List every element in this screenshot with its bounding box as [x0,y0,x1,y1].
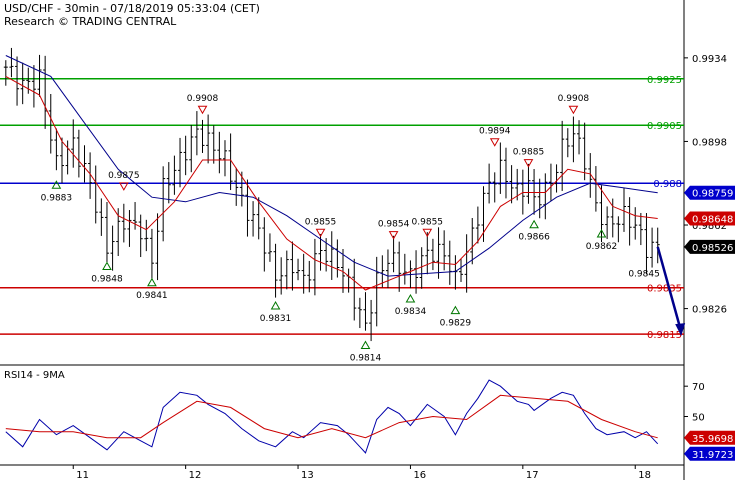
swing-low-marker [405,294,416,303]
swing-low-label: 0.9814 [350,353,382,363]
y-tick-label: 0.9898 [692,137,727,148]
rsi-tag-label: 31.9723 [692,450,733,461]
chart-subtitle: Research © TRADING CENTRAL [4,15,177,28]
swing-low-label: 0.9866 [518,233,550,243]
x-tick-label: 16 [413,470,426,480]
swing-low-label: 0.9834 [395,307,427,317]
chart-title: USD/CHF - 30min - 07/18/2019 05:33:04 (C… [4,2,260,15]
x-tick-label: 12 [189,470,202,480]
swing-low-marker [51,180,62,189]
level-label: 0.9815 [647,330,682,341]
rsi-y-tick-label: 50 [692,413,705,424]
swing-low-marker [450,305,461,315]
swing-high-marker [197,105,208,115]
price-tag-label: 0.98759 [692,189,733,200]
swing-low-marker [529,219,539,229]
swing-high-label: 0.9885 [513,148,545,158]
x-tick-label: 11 [76,470,89,480]
chart-svg: 0.9934 0.9898 0.9862 0.9826 0.9925 0.9905 0.98… [0,0,735,481]
swing-low-label: 0.9848 [91,275,123,285]
chart-root: USD/CHF - 30min - 07/18/2019 05:33:04 (C… [0,0,735,481]
swing-high-label: 0.9908 [187,94,219,104]
swing-high-label: 0.9908 [558,94,590,104]
rsi-y-tick-label: 70 [692,382,705,393]
x-tick-label: 18 [638,470,651,480]
y-tick-label: 0.9934 [692,54,727,65]
swing-high-label: 0.9855 [412,217,444,227]
swing-low-label: 0.9883 [41,193,73,203]
rsi-series-line [5,394,658,439]
x-tick-label: 13 [301,470,314,480]
swing-high-label: 0.9875 [108,171,140,181]
price-tag-label: 0.98526 [692,243,733,254]
swing-high-label: 0.9855 [305,217,337,227]
swing-low-marker [147,277,157,287]
rsi-tag-label: 35.9698 [692,434,733,445]
swing-low-marker [360,340,371,349]
swing-low-marker [270,300,281,310]
level-label: 0.9835 [647,284,682,295]
y-tick-label: 0.9826 [692,305,727,316]
rsi-title: RSI14 - 9MA [4,370,65,381]
rsi-series-line [5,379,659,454]
level-label: 0.9925 [647,75,682,86]
x-tick-label: 17 [526,470,539,480]
swing-low-label: 0.9841 [136,291,168,301]
swing-high-marker [568,105,579,115]
swing-low-label: 0.9862 [586,242,618,252]
swing-low-marker [102,261,112,271]
swing-high-marker [489,138,500,147]
swing-low-label: 0.9829 [440,319,472,329]
level-label: 0.988 [653,179,682,190]
swing-low-label: 0.9831 [260,314,292,324]
swing-high-label: 0.9854 [378,220,410,230]
swing-high-label: 0.9894 [479,127,511,137]
level-label: 0.9905 [647,121,682,132]
price-tag-label: 0.98648 [692,215,733,226]
target-label: 0.9845 [628,269,660,279]
